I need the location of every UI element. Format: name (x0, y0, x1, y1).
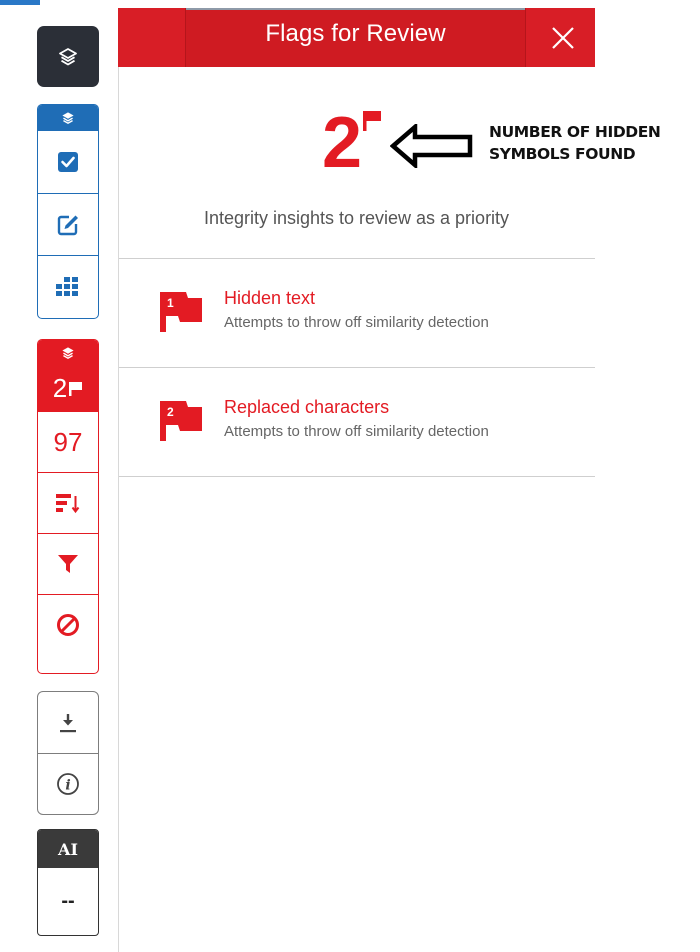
flag-badge: 1 (160, 292, 208, 332)
panel-title: Flags for Review (265, 20, 446, 47)
download-icon (60, 713, 76, 732)
similarity-score-button[interactable]: 97 (38, 411, 98, 472)
divider (119, 367, 595, 368)
flags-button[interactable]: 2 (38, 366, 98, 411)
flag-total-count: 2 (322, 103, 362, 183)
similarity-tool-group: 2 97 (37, 339, 99, 674)
block-icon (57, 614, 79, 636)
filter-button[interactable] (38, 533, 98, 594)
grading-tool-group (37, 104, 99, 319)
layers-icon (59, 47, 77, 65)
checkbox-icon (58, 152, 78, 172)
ai-tool-group[interactable]: AI -- (37, 829, 99, 936)
close-icon (551, 26, 574, 49)
flag-description: Attempts to throw off similarity detecti… (224, 314, 489, 331)
annotation-note: NUMBER OF HIDDEN SYMBOLS FOUND (489, 121, 700, 165)
flag-icon (69, 381, 83, 396)
flag-icon (363, 111, 382, 131)
flag-number: 2 (167, 405, 174, 419)
similarity-group-header[interactable] (38, 340, 98, 366)
panel-header: Flags for Review (118, 8, 595, 67)
utility-tool-group: i (37, 691, 99, 815)
flag-title: Hidden text (224, 288, 316, 308)
download-button[interactable] (38, 692, 98, 753)
panel-title-bar: Flags for Review (185, 8, 526, 67)
sort-icon (56, 494, 80, 514)
flag-item-replaced-characters[interactable]: 2 Replaced characters Attempts to throw … (160, 397, 595, 442)
flag-item-hidden-text[interactable]: 1 Hidden text Attempts to throw off simi… (160, 288, 595, 333)
annotation-line-2: SYMBOLS FOUND (489, 145, 636, 163)
toolbar-divider (118, 8, 119, 952)
divider (119, 476, 595, 477)
layers-icon (62, 112, 74, 125)
info-button[interactable]: i (38, 753, 98, 814)
layers-icon (62, 347, 74, 360)
info-icon: i (57, 773, 79, 795)
toolbar-top-accent (0, 0, 40, 5)
divider (119, 258, 595, 259)
flag-description: Attempts to throw off similarity detecti… (224, 423, 489, 440)
svg-text:i: i (65, 778, 70, 794)
similarity-score: 97 (53, 426, 83, 457)
sort-button[interactable] (38, 472, 98, 533)
ai-label: AI (38, 830, 98, 868)
grading-group-header[interactable] (38, 105, 98, 131)
ai-score: -- (61, 889, 75, 912)
filter-icon (58, 555, 78, 573)
flag-title: Replaced characters (224, 397, 390, 417)
arrow-left-icon (390, 124, 473, 168)
rubric-button[interactable] (38, 131, 98, 193)
exclude-button[interactable] (38, 594, 98, 655)
grid-icon (56, 276, 78, 296)
close-button[interactable] (530, 8, 595, 67)
flag-number: 1 (167, 296, 174, 310)
flag-badge: 2 (160, 401, 208, 441)
flags-count: 2 (52, 373, 68, 403)
layers-button[interactable] (37, 26, 99, 87)
layers-grid-button[interactable] (38, 255, 98, 317)
comment-button[interactable] (38, 193, 98, 255)
flag-summary: 2 (322, 107, 383, 179)
annotation-line-1: NUMBER OF HIDDEN (489, 123, 661, 141)
panel-subtitle: Integrity insights to review as a priori… (203, 208, 510, 228)
edit-icon (57, 215, 78, 235)
